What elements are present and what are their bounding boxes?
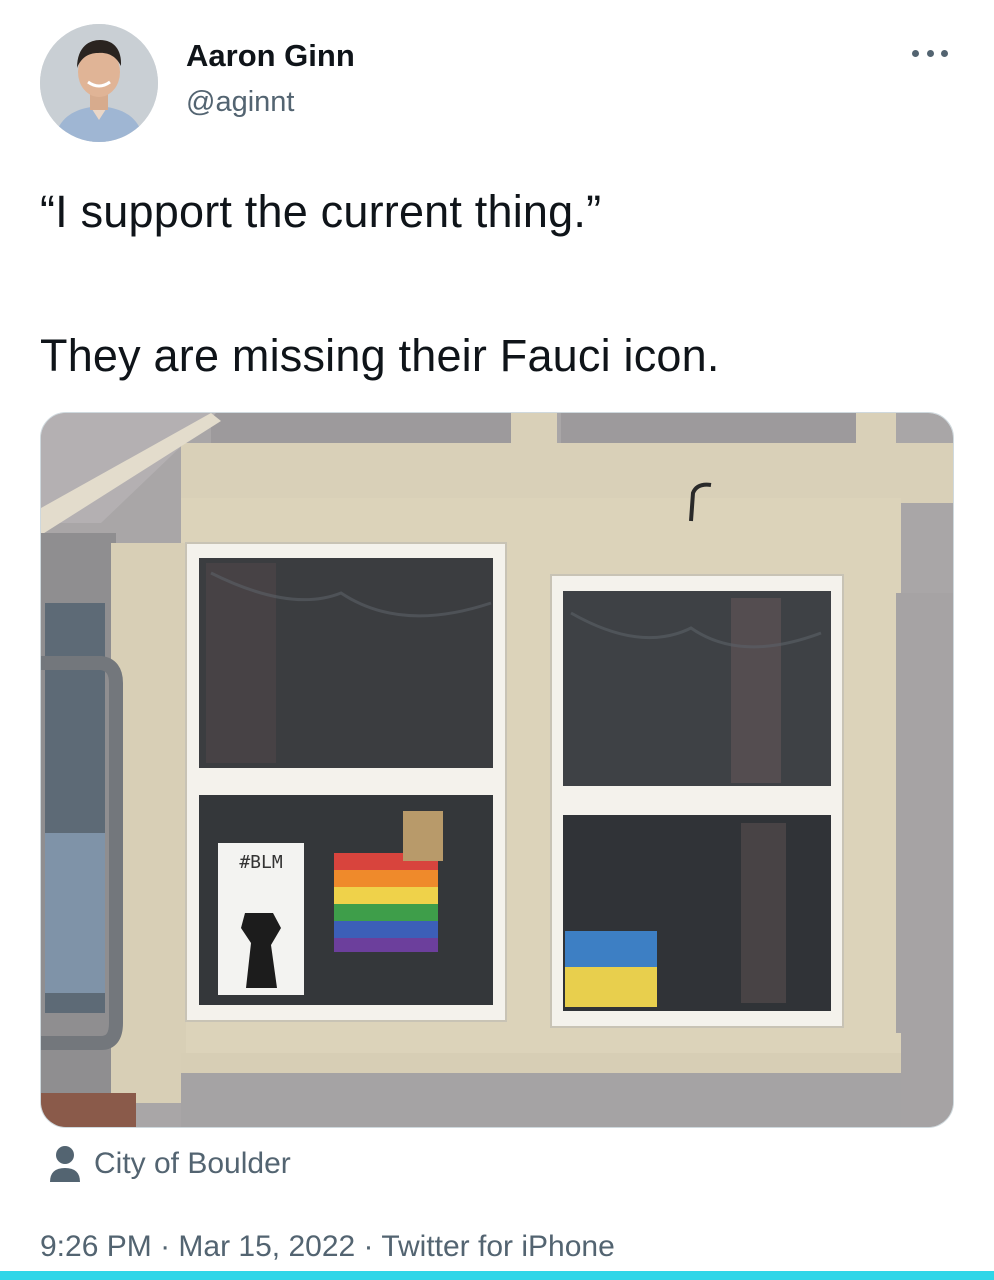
tweet-container: Aaron Ginn @aginnt “I support the curren…	[0, 0, 994, 1280]
tweet-photo[interactable]: #BLM	[40, 412, 954, 1128]
tweet-time[interactable]: 9:26 PM	[40, 1230, 152, 1263]
tweet-source[interactable]: Twitter for iPhone	[381, 1230, 614, 1263]
dot-icon	[912, 49, 919, 57]
location-text: City of Boulder	[94, 1147, 291, 1180]
dot-icon	[926, 49, 934, 57]
avatar[interactable]	[40, 24, 158, 142]
blm-sign-text: #BLM	[239, 852, 283, 873]
separator: ·	[151, 1230, 179, 1263]
person-icon	[50, 1146, 80, 1182]
tweet-meta: 9:26 PM · Mar 15, 2022 · Twitter for iPh…	[40, 1230, 615, 1264]
author-handle[interactable]: @aginnt	[186, 86, 294, 119]
tweet-text-line-1: “I support the current thing.”	[40, 186, 602, 237]
location-tag[interactable]: City of Boulder	[48, 1144, 291, 1184]
author-name[interactable]: Aaron Ginn	[186, 38, 355, 74]
tweet-text-line-2: They are missing their Fauci icon.	[40, 330, 720, 381]
bottom-accent-bar	[0, 1271, 994, 1280]
more-options-button[interactable]	[908, 38, 952, 68]
dot-icon	[941, 49, 948, 57]
separator: ·	[355, 1230, 382, 1263]
tweet-date[interactable]: Mar 15, 2022	[178, 1230, 355, 1263]
house-window-photo: #BLM	[41, 413, 953, 1127]
